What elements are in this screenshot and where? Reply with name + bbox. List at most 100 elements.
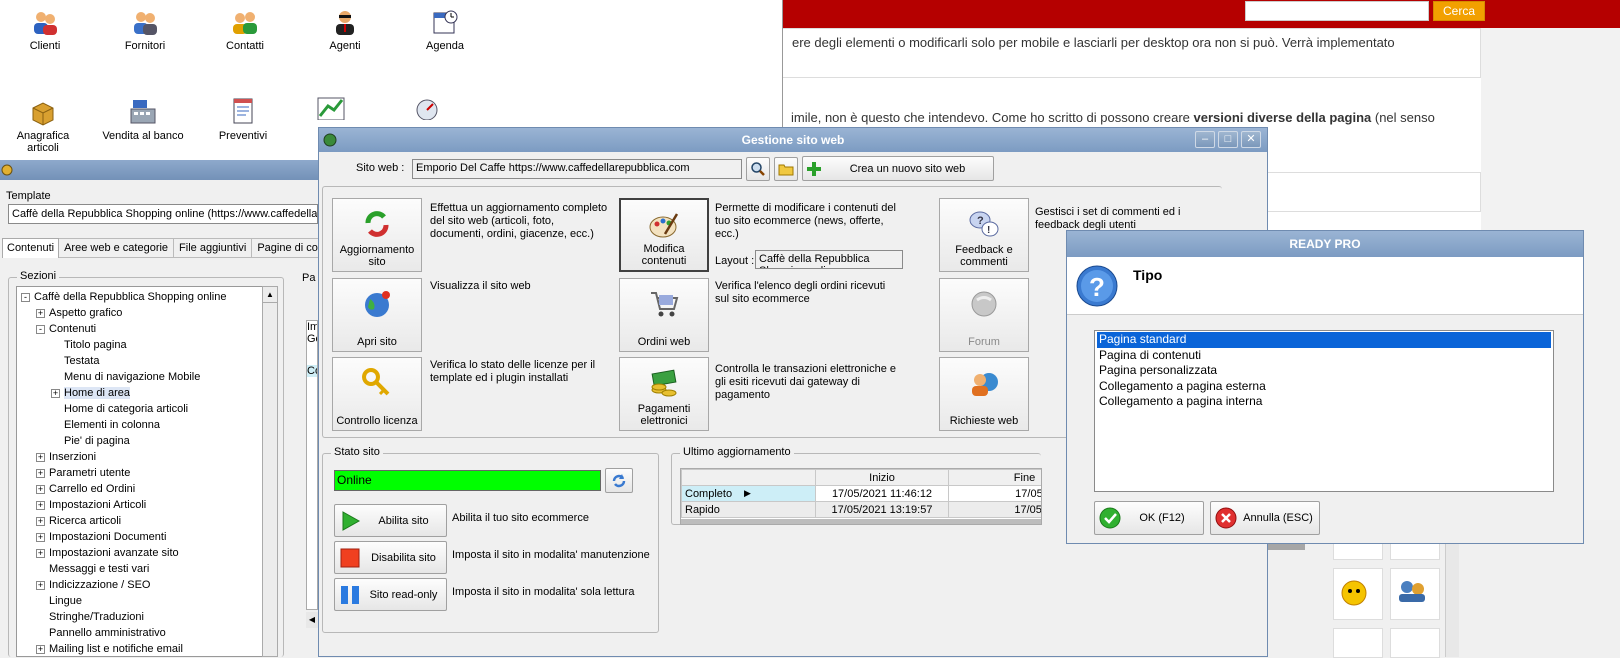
- modifica-contenuti-button[interactable]: Modifica contenuti: [619, 198, 709, 272]
- apri-sito-button[interactable]: Apri sito: [332, 278, 422, 352]
- expand-icon[interactable]: +: [51, 388, 60, 398]
- tree-scrollbar[interactable]: ▲: [262, 286, 278, 657]
- button-label: Sito read-only: [369, 588, 438, 601]
- grid-cell-inizio: 17/05/2021 11:46:12: [815, 485, 949, 502]
- sito-readonly-button[interactable]: Sito read-only: [334, 578, 447, 611]
- emoticon-cell[interactable]: [1390, 628, 1440, 658]
- launcher-fornitori[interactable]: Fornitori: [100, 8, 190, 52]
- collapse-icon[interactable]: -: [36, 324, 45, 334]
- site-field[interactable]: Emporio Del Caffe https://www.caffedella…: [412, 159, 742, 179]
- tree-item[interactable]: Pie' di pagina: [17, 433, 265, 449]
- launcher-agenti[interactable]: Agenti: [300, 8, 390, 52]
- tree-item[interactable]: Home di categoria articoli: [17, 401, 265, 417]
- disabilita-sito-button[interactable]: Disabilita sito: [334, 541, 447, 574]
- expand-icon[interactable]: +: [36, 532, 45, 542]
- tree-item[interactable]: + Impostazioni Documenti: [17, 529, 265, 545]
- tree-item[interactable]: Stringhe/Traduzioni: [17, 609, 265, 625]
- launcher-vendita-al-banco[interactable]: Vendita al banco: [98, 96, 188, 154]
- table-row[interactable]: Completo▶ 17/05/2021 11:46:12 17/05/2021…: [681, 485, 1041, 502]
- tree-item[interactable]: + Impostazioni avanzate sito: [17, 545, 265, 561]
- ordini-web-button[interactable]: Ordini web: [619, 278, 709, 352]
- tree-item[interactable]: + Impostazioni Articoli: [17, 497, 265, 513]
- tree-item[interactable]: + Home di area: [17, 385, 265, 401]
- minimize-button[interactable]: –: [1195, 131, 1215, 148]
- tree-item[interactable]: + Parametri utente: [17, 465, 265, 481]
- chart-launcher-icon[interactable]: [316, 96, 348, 121]
- scroll-up-arrow-icon[interactable]: ▲: [263, 287, 277, 303]
- expand-icon[interactable]: +: [36, 644, 45, 654]
- list-item[interactable]: Pagina standard: [1097, 332, 1551, 348]
- browser-search-button[interactable]: Cerca: [1433, 1, 1485, 21]
- tree-item[interactable]: Testata: [17, 353, 265, 369]
- collapse-icon[interactable]: -: [21, 292, 30, 302]
- tree-item[interactable]: Menu di navigazione Mobile: [17, 369, 265, 385]
- launcher-anagrafica-articoli[interactable]: Anagrafica articoli: [0, 96, 86, 154]
- feedback-commenti-button[interactable]: ?! Feedback e commenti: [939, 198, 1029, 272]
- tab-contenuti[interactable]: Contenuti: [2, 238, 60, 258]
- launcher-label: Contatti: [226, 40, 264, 52]
- pagamenti-elettronici-button[interactable]: Pagamenti elettronici: [619, 357, 709, 431]
- tree-item[interactable]: - Caffè della Repubblica Shopping online: [17, 289, 265, 305]
- abilita-sito-button[interactable]: Abilita sito: [334, 504, 447, 537]
- launcher-clienti[interactable]: Clienti: [0, 8, 90, 52]
- expand-icon[interactable]: +: [36, 580, 45, 590]
- maximize-button[interactable]: □: [1218, 131, 1238, 148]
- tree-item[interactable]: + Inserzioni: [17, 449, 265, 465]
- open-folder-button[interactable]: [774, 157, 798, 181]
- tree-item[interactable]: + Carrello ed Ordini: [17, 481, 265, 497]
- tree-item[interactable]: + Aspetto grafico: [17, 305, 265, 321]
- controllo-licenza-button[interactable]: Controllo licenza: [332, 357, 422, 431]
- tree-item[interactable]: Lingue: [17, 593, 265, 609]
- expand-icon[interactable]: +: [36, 468, 45, 478]
- search-site-button[interactable]: [746, 157, 770, 181]
- expand-icon[interactable]: +: [36, 484, 45, 494]
- launcher-preventivi[interactable]: Preventivi: [198, 96, 288, 154]
- expand-icon[interactable]: +: [36, 308, 45, 318]
- expand-icon[interactable]: +: [36, 548, 45, 558]
- list-item[interactable]: Collegamento a pagina esterna: [1097, 379, 1551, 395]
- create-site-button[interactable]: Crea un nuovo sito web: [802, 156, 994, 181]
- tab-file-aggiuntivi[interactable]: File aggiuntivi: [174, 238, 253, 258]
- tree-item[interactable]: + Indicizzazione / SEO: [17, 577, 265, 593]
- launcher-agenda[interactable]: Agenda: [400, 8, 490, 52]
- sections-tree: - Caffè della Repubblica Shopping online +…: [16, 286, 266, 657]
- suppliers-icon: [134, 12, 157, 35]
- tree-item[interactable]: Elementi in colonna: [17, 417, 265, 433]
- grid-scrollbar[interactable]: [681, 519, 1041, 524]
- browser-search-input[interactable]: [1245, 1, 1429, 21]
- close-button[interactable]: ✕: [1241, 131, 1261, 148]
- forum-button[interactable]: Forum: [939, 278, 1029, 352]
- launcher-label: Preventivi: [218, 130, 268, 142]
- tab-aree-web[interactable]: Aree web e categorie: [59, 238, 175, 258]
- refresh-stato-button[interactable]: [605, 468, 633, 493]
- expand-icon[interactable]: +: [36, 516, 45, 526]
- tipo-listbox[interactable]: Pagina standard Pagina di contenuti Pagina…: [1094, 330, 1554, 492]
- aggiornamento-sito-button[interactable]: Aggiornamento sito: [332, 198, 422, 272]
- right-side-scroll-arrow[interactable]: ◀: [306, 612, 318, 628]
- tree-item[interactable]: + Ricerca articoli: [17, 513, 265, 529]
- tree-item[interactable]: + Mailing list e notifiche email: [17, 641, 265, 656]
- tree-item[interactable]: Titolo pagina: [17, 337, 265, 353]
- list-item[interactable]: Pagina di contenuti: [1097, 348, 1551, 364]
- expand-icon[interactable]: +: [36, 500, 45, 510]
- cancel-button[interactable]: Annulla (ESC): [1210, 501, 1320, 535]
- tree-item[interactable]: - Contenuti: [17, 321, 265, 337]
- emoticon-cell[interactable]: [1333, 628, 1383, 658]
- tab-pagine[interactable]: Pagine di co: [252, 238, 324, 258]
- list-item[interactable]: Collegamento a pagina interna: [1097, 394, 1551, 410]
- tree-item[interactable]: Messaggi e testi vari: [17, 561, 265, 577]
- compass-launcher-icon[interactable]: [412, 96, 444, 121]
- template-field[interactable]: Caffè della Repubblica Shopping online (…: [8, 204, 318, 224]
- expand-icon[interactable]: +: [36, 452, 45, 462]
- launcher-contatti[interactable]: Contatti: [200, 8, 290, 52]
- ok-button[interactable]: OK (F12): [1094, 501, 1204, 535]
- layout-field[interactable]: Caffè della Repubblica Shopping online: [755, 250, 903, 269]
- tree-item-label: Pannello amministrativo: [49, 627, 166, 639]
- richieste-web-button[interactable]: Richieste web: [939, 357, 1029, 431]
- list-item[interactable]: Pagina personalizzata: [1097, 363, 1551, 379]
- tree-item[interactable]: Pannello amministrativo: [17, 625, 265, 641]
- emoticon-cell[interactable]: [1333, 568, 1383, 620]
- compass-icon: [416, 99, 438, 121]
- table-row[interactable]: Rapido 17/05/2021 13:19:57 17/05/2021 13…: [681, 501, 1041, 518]
- emoticon-cell[interactable]: [1390, 568, 1440, 620]
